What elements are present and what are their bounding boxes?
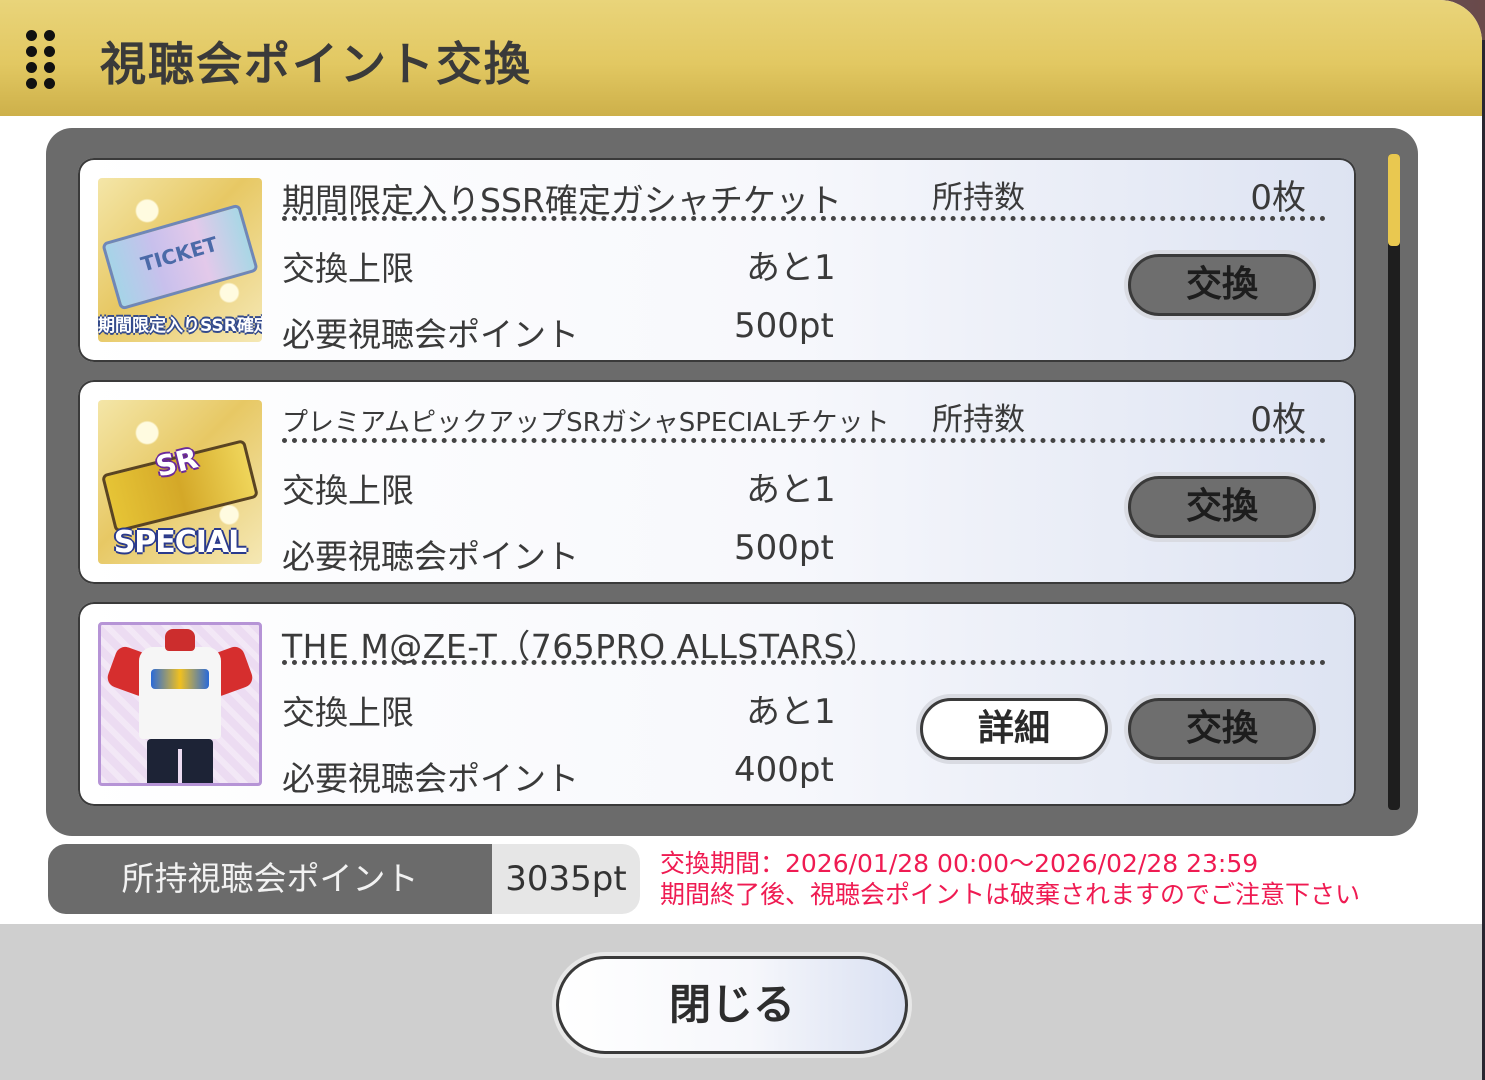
required-points-label: 必要視聴会ポイント	[282, 537, 579, 576]
thumbnail-caption: 期間限定入りSSR確定	[98, 316, 262, 336]
sr-special-ticket-thumbnail: SR SPECIAL	[98, 400, 262, 564]
dialog-title: 視聴会ポイント交換	[100, 37, 532, 91]
exchange-item-card: THE M@ZE-T（765PRO ALLSTARS） 交換上限 あと1 必要視…	[78, 602, 1356, 806]
required-points-label: 必要視聴会ポイント	[282, 759, 579, 798]
list-scrollbar[interactable]	[1388, 154, 1400, 810]
dotted-divider	[282, 216, 1326, 221]
exchange-limit-label: 交換上限	[282, 249, 414, 288]
item-name: 期間限定入りSSR確定ガシャチケット	[282, 181, 842, 220]
exchange-button[interactable]: 交換	[1128, 254, 1316, 316]
exchange-limit-value: あと1	[746, 470, 836, 510]
pants	[147, 739, 213, 783]
dotted-divider	[282, 438, 1326, 443]
exchange-limit-label: 交換上限	[282, 693, 414, 732]
shirt-collar	[165, 629, 195, 651]
exchange-item-card: SR SPECIAL プレミアムピックアップSRガシャSPECIALチケット 所…	[78, 380, 1356, 584]
required-points-label: 必要視聴会ポイント	[282, 315, 579, 354]
t-shirt-thumbnail	[98, 622, 262, 786]
exchange-button[interactable]: 交換	[1128, 698, 1316, 760]
exchange-item-card: TICKET 期間限定入りSSR確定 期間限定入りSSR確定ガシャチケット 所持…	[78, 158, 1356, 362]
exchange-limit-label: 交換上限	[282, 471, 414, 510]
required-points-value: 500pt	[734, 528, 834, 568]
owned-count-label: 所持数	[932, 402, 1025, 438]
dotted-divider	[282, 660, 1326, 665]
exchange-notice: 交換期間：2026/01/28 00:00～2026/02/28 23:59 期…	[660, 848, 1360, 910]
drag-handle-icon[interactable]	[26, 30, 56, 90]
owned-count-value: 0枚	[1250, 178, 1306, 218]
owned-count-value: 0枚	[1250, 400, 1306, 440]
ssr-ticket-thumbnail: TICKET 期間限定入りSSR確定	[98, 178, 262, 342]
owned-count-label: 所持数	[932, 180, 1025, 216]
dialog-header: 視聴会ポイント交換	[0, 0, 1482, 116]
shirt-body	[139, 647, 221, 739]
ticket-graphic: TICKET	[101, 203, 259, 311]
exchange-limit-value: あと1	[746, 248, 836, 288]
shirt-logo	[151, 669, 209, 689]
detail-button[interactable]: 詳細	[920, 698, 1108, 760]
exchange-dialog: 視聴会ポイント交換 TICKET 期間限定入りSSR確定 期間限定入りSSR確定…	[0, 0, 1482, 1080]
exchange-button[interactable]: 交換	[1128, 476, 1316, 538]
exchange-limit-value: あと1	[746, 692, 836, 732]
item-name: プレミアムピックアップSRガシャSPECIALチケット	[282, 408, 890, 438]
owned-points-value: 3035pt	[505, 859, 627, 899]
exchange-period-text: 交換期間：2026/01/28 00:00～2026/02/28 23:59	[660, 849, 1259, 878]
close-button[interactable]: 閉じる	[556, 956, 908, 1054]
thumbnail-caption: SPECIAL	[113, 525, 248, 560]
required-points-value: 500pt	[734, 306, 834, 346]
owned-points-label: 所持視聴会ポイント	[48, 844, 492, 914]
expiry-warning-text: 期間終了後、視聴会ポイントは破棄されますのでご注意下さい	[660, 880, 1361, 909]
scrollbar-thumb[interactable]	[1388, 154, 1400, 246]
required-points-value: 400pt	[734, 750, 834, 790]
owned-points-panel: 所持視聴会ポイント 3035pt	[48, 844, 640, 914]
